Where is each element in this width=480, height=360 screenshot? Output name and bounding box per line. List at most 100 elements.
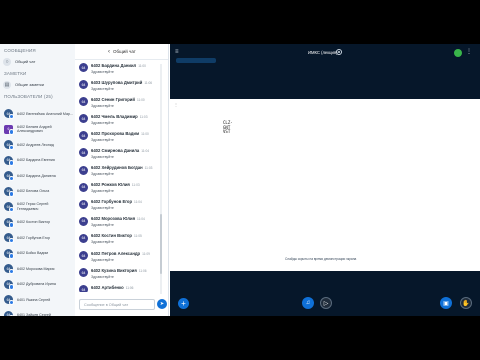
- main-area: ≡ ИМКС (лекция) ⋮ ⋮ CLZ- GNT VST Слайды …: [170, 44, 480, 316]
- avatar: 64: [79, 131, 88, 141]
- user-name: 6402 Горбунов Егор: [17, 235, 50, 240]
- notes-icon: ▤: [3, 80, 11, 89]
- message-author-name: 6402 Хейрудинов Богдан: [91, 165, 143, 171]
- audio-button[interactable]: ♫: [302, 297, 314, 309]
- message-author: 6402 Морозова Юлия 11:04: [91, 216, 145, 221]
- avatar: 64: [79, 251, 88, 261]
- message-author: 6403 Шурупова Дмитрий 11:06: [91, 80, 152, 85]
- user-row[interactable]: 64 6402 Бардина Даниела: [0, 168, 75, 184]
- user-row[interactable]: 64 6402 Морозова Мария: [0, 261, 75, 277]
- options-menu-icon[interactable]: ⋮: [466, 48, 472, 55]
- avatar: 64: [4, 248, 14, 259]
- avatar: 64: [79, 165, 88, 175]
- user-row[interactable]: 64 6401 Зайцев Сергей: [0, 308, 75, 316]
- user-row[interactable]: 64 6401 Яшина Сергей: [0, 292, 75, 308]
- avatar: 64: [79, 285, 88, 292]
- message-time: 11:03: [139, 114, 148, 119]
- message-author-name: 6402 Горбунов Егор: [91, 199, 133, 205]
- user-row[interactable]: 646402 Бойко Вадим: [0, 246, 75, 262]
- slide-menu-icon[interactable]: ⋮: [174, 102, 178, 107]
- avatar: 64: [4, 155, 14, 166]
- user-name: 6401 Яшина Сергей: [17, 297, 51, 302]
- chat-message-input[interactable]: Сообщение в Общий чат: [79, 299, 155, 310]
- message-author-name: 6402 Сенин Григорий: [91, 96, 135, 102]
- chat-message: 64 6402 Чмель Владимир 11:03 Здравствуйте: [75, 111, 161, 128]
- user-row[interactable]: 64 6402 Андреев Леонид: [0, 137, 75, 153]
- presentation-slide[interactable]: ⋮ CLZ- GNT VST: [170, 99, 480, 271]
- user-row[interactable]: 646402 Белова Ольга: [0, 184, 75, 200]
- avatar: 64: [79, 97, 88, 107]
- message-author-name: 6402 Чмель Владимир: [91, 113, 138, 119]
- hamburger-icon[interactable]: ≡: [175, 49, 179, 55]
- message-author-name: 6402 Прохорова Вадим: [91, 130, 140, 136]
- avatar: 64: [4, 264, 14, 275]
- message-time: 11:05: [134, 234, 142, 239]
- avatar: 64: [79, 114, 88, 124]
- message-author-name: 6402 Бардина Даниил: [91, 62, 137, 68]
- avatar: 64: [4, 310, 14, 316]
- meeting-title: ИМКС (лекция): [308, 50, 338, 55]
- connection-status-icon[interactable]: [454, 49, 462, 57]
- app-frame: Сообщения ○ Общий чат Заметки ▤ Общие за…: [0, 44, 480, 316]
- message-time: 11:03: [144, 166, 153, 171]
- recording-icon[interactable]: [336, 49, 342, 55]
- avatar: 64: [79, 182, 88, 192]
- message-author-name: 6402 Костин Виктор: [91, 233, 132, 239]
- user-list-panel: Сообщения ○ Общий чат Заметки ▤ Общие за…: [0, 44, 76, 316]
- avatar: 64: [4, 171, 14, 182]
- raise-hand-button[interactable]: ✋: [460, 297, 472, 309]
- actions-plus-button[interactable]: +: [178, 298, 189, 309]
- user-row[interactable]: 646402 Бардина Евгения: [0, 153, 75, 169]
- chat-message: 64 6402 Смирнова Данила 11:04 Здравствуйте: [75, 145, 161, 162]
- chat-messages: 64 6402 Бардина Даниил 11:00 Здравствуйте 64…: [75, 60, 161, 292]
- camera-icon: ▷: [323, 300, 329, 307]
- user-row[interactable]: 646402 Дубровина Ирина: [0, 277, 75, 293]
- message-text: Здравствуйте: [91, 154, 114, 159]
- video-button[interactable]: ▷: [320, 297, 332, 309]
- public-chat-label: Общий чат: [15, 59, 36, 64]
- back-arrow-icon[interactable]: ‹: [108, 49, 110, 55]
- status-dot-icon: [8, 315, 14, 316]
- message-author: 6402 Рожков Юлия 11:03: [91, 182, 140, 187]
- chat-message: 64 6402 Кузина Виктория 11:06 Здравствуйте: [75, 265, 161, 282]
- user-name: 6402 Герас Сергей Геннадьевич: [17, 202, 49, 211]
- chat-message: 64 6402 Сенин Григорий 11:00 Здравствуйте: [75, 94, 161, 111]
- screen-share-button[interactable]: ▣: [440, 297, 452, 309]
- public-chat-item[interactable]: ○ Общий чат: [3, 56, 75, 67]
- chat-scroll-thumb[interactable]: [160, 214, 162, 274]
- message-author-name: 6402 Кузина Виктория: [91, 267, 137, 273]
- user-name: 6402 Бардина Евгения: [17, 158, 55, 162]
- chat-scrollbar[interactable]: [160, 64, 162, 294]
- message-text: Здравствуйте: [91, 120, 114, 125]
- user-row[interactable]: 646402 Костин Виктор: [0, 215, 75, 231]
- user-row[interactable]: 64 6402 Евгенийчик Анатолий Мар...: [0, 106, 75, 122]
- avatar: 64: [79, 63, 88, 72]
- send-icon: ➤: [159, 301, 165, 307]
- message-author-name: 6403 Шурупова Дмитрий: [91, 79, 143, 85]
- shared-notes-item[interactable]: ▤ Общие заметки: [3, 79, 75, 90]
- status-dot-icon: [8, 237, 14, 244]
- message-author: 6402 Бардина Даниил 11:00: [91, 63, 146, 68]
- chat-message: 64 6402 Бардина Даниил 11:00 Здравствуйте: [75, 60, 161, 77]
- chat-icon: ○: [3, 57, 11, 66]
- avatar: 6: [4, 124, 14, 135]
- message-author: 6402 Костин Виктор 11:05: [91, 233, 142, 238]
- send-button[interactable]: ➤: [157, 299, 167, 309]
- avatar: 64: [79, 148, 88, 158]
- chat-message: 64 6402 Хейрудинов Богдан 11:03 Здравствуйт…: [75, 163, 161, 180]
- chat-title: Общий чат: [113, 49, 136, 54]
- status-dot-icon: [8, 206, 14, 213]
- user-row[interactable]: 64 6402 Герас Сергей Геннадьевич: [0, 199, 75, 215]
- status-dot-icon: [8, 299, 14, 306]
- message-author: 6402 Прохорова Вадим 11:00: [91, 131, 149, 136]
- message-author: 6402 Кузина Виктория 11:06: [91, 268, 147, 273]
- status-dot-icon: [8, 268, 14, 275]
- status-dot-icon: [8, 160, 14, 166]
- user-row[interactable]: 64 6402 Горбунов Егор: [0, 230, 75, 246]
- message-author-name: 6402 Артибенко: [91, 284, 124, 290]
- user-row[interactable]: 66402 Беляев Андрей Александрович: [0, 122, 75, 138]
- headphones-icon: ♫: [305, 300, 311, 306]
- message-text: Здравствуйте: [91, 69, 114, 74]
- avatar: 64: [4, 217, 14, 228]
- status-dot-icon: [8, 113, 14, 120]
